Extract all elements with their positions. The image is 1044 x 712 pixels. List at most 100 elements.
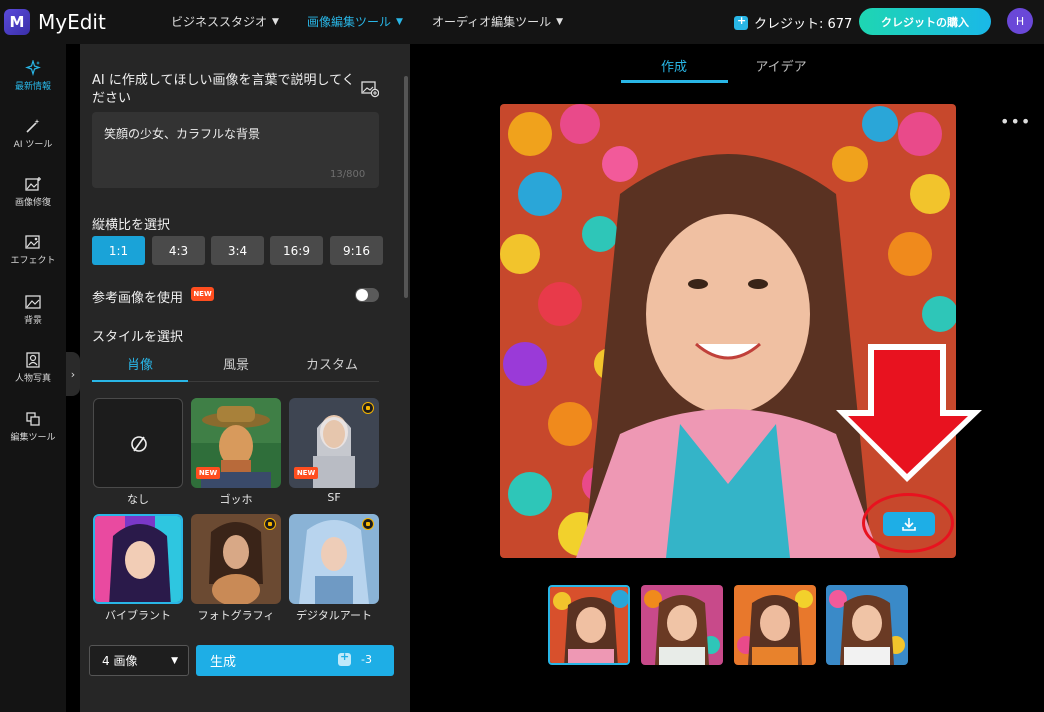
more-options-icon[interactable]: ••• <box>1000 112 1031 131</box>
generate-button[interactable]: 生成 -3 <box>196 645 394 676</box>
magic-wand-icon <box>26 119 40 133</box>
rail-item-background[interactable]: 背景 <box>0 294 66 326</box>
nav-label: オーディオ編集ツール <box>432 15 552 29</box>
face <box>646 214 810 414</box>
rail-expand-toggle[interactable]: › <box>66 352 80 396</box>
premium-crown-icon <box>362 402 374 414</box>
download-icon <box>902 518 916 531</box>
avatar[interactable]: H <box>1007 8 1033 34</box>
generated-image[interactable] <box>500 104 956 558</box>
top-bar: M MyEdit ビジネススタジオ ▼ 画像編集ツール ▼ オーディオ編集ツール ▼ … <box>0 0 1044 44</box>
image-count-select[interactable]: 4 画像 ▼ <box>89 645 189 676</box>
download-button[interactable] <box>883 512 935 536</box>
rail-item-portrait[interactable]: 人物写真 <box>0 352 66 384</box>
nav-image-edit-tools[interactable]: 画像編集ツール ▼ <box>307 13 403 30</box>
rail-label: 最新情報 <box>14 82 51 92</box>
rail-item-image-repair[interactable]: 画像修復 <box>0 176 66 208</box>
new-badge: NEW <box>191 287 214 301</box>
result-thumbnail-image <box>826 585 908 665</box>
generate-cost-value: -3 <box>361 653 372 666</box>
image-effect-icon <box>25 235 40 249</box>
result-thumbnail-image <box>734 585 816 665</box>
style-label-none: なし <box>127 493 149 506</box>
none-icon <box>131 436 147 452</box>
ratio-label: 縦横比を選択 <box>92 218 171 233</box>
sparkle-icon <box>25 60 41 76</box>
result-thumbnail-2[interactable] <box>641 585 723 665</box>
buy-credits-button[interactable]: クレジットの購入 <box>859 8 991 35</box>
premium-crown-icon <box>264 518 276 530</box>
new-badge: NEW <box>294 467 318 479</box>
nav-audio-edit-tools[interactable]: オーディオ編集ツール ▼ <box>432 13 563 30</box>
rail-label: エフェクト <box>10 256 56 266</box>
style-vibrant[interactable] <box>93 514 183 604</box>
chevron-down-icon: ▼ <box>396 16 403 27</box>
credit-text: クレジット: 677 <box>754 17 853 32</box>
new-badge: NEW <box>196 467 220 479</box>
generate-label: 生成 <box>210 655 237 670</box>
style-label-vibrant: バイブラント <box>105 609 171 622</box>
style-label-digital-art: デジタルアート <box>295 609 373 622</box>
credit-icon <box>338 650 352 666</box>
result-thumbnail-1[interactable] <box>548 585 630 665</box>
rail-label: 人物写真 <box>14 374 51 384</box>
ratio-button-3-4[interactable]: 3:4 <box>211 236 264 265</box>
ratio-button-16-9[interactable]: 16:9 <box>270 236 323 265</box>
credit-icon <box>734 14 748 30</box>
premium-crown-icon <box>362 518 374 530</box>
chevron-down-icon: ▼ <box>272 16 279 27</box>
rail-item-ai-tools[interactable]: AI ツール <box>0 118 66 150</box>
image-count-value: 4 画像 <box>102 654 138 668</box>
ratio-button-9-16[interactable]: 9:16 <box>330 236 383 265</box>
style-label: スタイルを選択 <box>92 330 184 345</box>
prompt-char-count: 13/800 <box>330 169 366 180</box>
result-thumbnail-image <box>550 587 628 663</box>
chevron-down-icon: ▼ <box>171 656 178 666</box>
active-tab-indicator <box>92 380 188 382</box>
nav-label: 画像編集ツール <box>307 15 392 29</box>
logo-text: MyEdit <box>38 10 106 34</box>
prompt-label: AI に作成してほしい画像を言葉で説明してください <box>92 73 355 106</box>
active-tab-indicator <box>621 80 728 83</box>
logo[interactable]: M MyEdit <box>4 9 106 35</box>
style-tab-custom[interactable]: カスタム <box>284 354 380 373</box>
style-tab-landscape[interactable]: 風景 <box>188 354 284 373</box>
portrait-icon <box>26 352 40 368</box>
image-upload-icon[interactable] <box>361 80 379 98</box>
rail-item-latest[interactable]: 最新情報 <box>0 60 66 92</box>
generated-image-content <box>500 104 956 558</box>
rail-label: 背景 <box>23 316 42 326</box>
rail-item-effects[interactable]: エフェクト <box>0 234 66 266</box>
style-label-van-gogh: ゴッホ <box>219 493 253 506</box>
style-none[interactable] <box>93 398 183 488</box>
reference-image-label: 参考画像を使用 <box>92 291 184 306</box>
rail-item-edit-tools[interactable]: 編集ツール <box>0 411 66 443</box>
prompt-value: 笑顔の少女、カラフルな背景 <box>104 127 261 141</box>
tab-ideas[interactable]: アイデア <box>728 56 834 75</box>
ratio-button-4-3[interactable]: 4:3 <box>152 236 205 265</box>
background-icon <box>25 295 41 309</box>
generate-cost: -3 <box>338 650 372 666</box>
rail-label: 編集ツール <box>10 433 56 443</box>
nav-business-studio[interactable]: ビジネススタジオ ▼ <box>171 13 279 30</box>
toggle-knob <box>356 289 368 301</box>
style-label-photography: フォトグラフィ <box>197 609 275 622</box>
panel-scrollbar[interactable] <box>404 76 408 298</box>
nav-label: ビジネススタジオ <box>171 15 268 29</box>
result-thumbnail-3[interactable] <box>734 585 816 665</box>
rail-label: AI ツール <box>13 140 53 150</box>
vibrant-thumbnail <box>95 516 181 602</box>
ratio-button-1-1[interactable]: 1:1 <box>92 236 145 265</box>
result-thumbnail-4[interactable] <box>826 585 908 665</box>
tab-create[interactable]: 作成 <box>621 56 727 75</box>
edit-tools-icon <box>26 412 40 426</box>
rail-label: 画像修復 <box>14 198 51 208</box>
style-tab-portrait[interactable]: 肖像 <box>92 354 188 373</box>
image-plus-icon <box>25 177 41 191</box>
result-thumbnail-image <box>641 585 723 665</box>
logo-icon: M <box>4 9 30 35</box>
style-label-sf: SF <box>327 491 341 504</box>
chevron-down-icon: ▼ <box>556 16 564 27</box>
red-arrow-annotation <box>836 344 982 482</box>
credit-display: クレジット: 677 <box>734 13 852 32</box>
